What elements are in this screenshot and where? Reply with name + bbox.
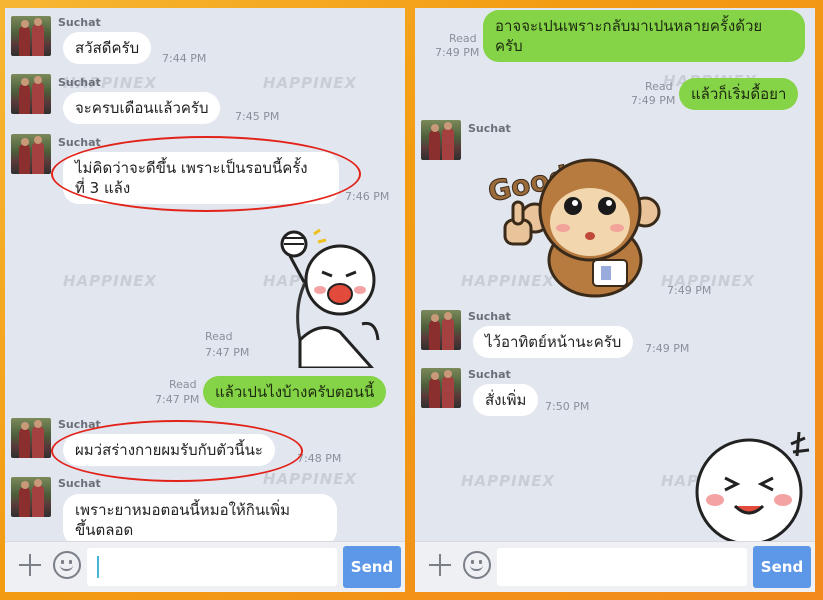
sticker-monkey-good[interactable]: Good xyxy=(475,140,665,300)
watermark: HAPPINEX xyxy=(461,472,556,490)
read-status: Read xyxy=(205,330,233,343)
chat-panel-left: HAPPINEX HAPPINEX HAPPINEX HAPPINEX HAPP… xyxy=(5,8,405,592)
plus-icon[interactable] xyxy=(17,552,43,578)
message-time: 7:49 PM xyxy=(667,284,712,297)
sender-name: Suchat xyxy=(468,122,511,135)
highlight-circle xyxy=(51,136,361,212)
message-time: 7:47 PM xyxy=(155,393,200,406)
message-time: 7:46 PM xyxy=(345,190,390,203)
watermark: HAPPINEX xyxy=(63,272,158,290)
message-input[interactable] xyxy=(87,548,337,586)
sender-name: Suchat xyxy=(58,477,101,490)
sender-name: Suchat xyxy=(468,310,511,323)
sender-name: Suchat xyxy=(58,76,101,89)
sticker-laughing-character[interactable] xyxy=(687,428,815,548)
message-bubble[interactable]: ไว้อาทิตย์หน้านะครับ xyxy=(473,326,634,358)
avatar[interactable] xyxy=(421,310,461,350)
read-status: Read xyxy=(645,80,673,93)
message-time: 7:50 PM xyxy=(545,400,590,413)
message-time: 7:49 PM xyxy=(631,94,676,107)
avatar[interactable] xyxy=(11,477,51,517)
message-bubble[interactable]: เพราะยาหมอตอนนี้หมอให้กินเพิ่ม ขึ้นตลอด xyxy=(63,494,337,546)
message-time: 7:49 PM xyxy=(435,46,480,59)
read-status: Read xyxy=(449,32,477,45)
avatar[interactable] xyxy=(11,134,51,174)
message-text-line: อาจจะเปนเพราะกลับมาเปนหลายครั้งด้วย xyxy=(495,17,763,35)
text-caret xyxy=(97,556,99,578)
message-time: 7:44 PM xyxy=(162,52,207,65)
plus-icon[interactable] xyxy=(427,552,453,578)
message-time: 7:48 PM xyxy=(297,452,342,465)
message-time: 7:45 PM xyxy=(235,110,280,123)
message-text-line: ครับ xyxy=(495,37,523,55)
outgoing-message-bubble[interactable]: อาจจะเปนเพราะกลับมาเปนหลายครั้งด้วย ครับ xyxy=(483,10,805,62)
message-bubble[interactable]: จะครบเดือนแล้วครับ xyxy=(63,92,221,124)
sender-name: Suchat xyxy=(58,16,101,29)
outgoing-message-bubble[interactable]: แล้วเปนไงบ้างครับตอนนี้ xyxy=(203,376,387,408)
message-input-bar: Send xyxy=(415,541,815,592)
message-text-line: ขึ้นตลอด xyxy=(75,521,134,539)
sender-name: Suchat xyxy=(468,368,511,381)
sticker-cheering-character[interactable] xyxy=(260,220,400,368)
message-input[interactable] xyxy=(497,548,747,586)
message-time: 7:49 PM xyxy=(645,342,690,355)
watermark: HAPPINEX xyxy=(263,74,358,92)
send-button[interactable]: Send xyxy=(753,546,811,588)
avatar[interactable] xyxy=(421,120,461,160)
chat-panel-right: HAPPINEX HAPPINEX HAPPINEX HAPPINEX HAPP… xyxy=(415,8,815,592)
avatar[interactable] xyxy=(11,418,51,458)
watermark: HAPPINEX xyxy=(263,470,358,488)
message-bubble[interactable]: สวัสดีครับ xyxy=(63,32,152,64)
message-bubble[interactable]: สั่งเพิ่ม xyxy=(473,384,539,416)
avatar[interactable] xyxy=(11,16,51,56)
avatar[interactable] xyxy=(11,74,51,114)
message-input-bar: Send xyxy=(5,541,405,592)
highlight-circle xyxy=(51,420,303,482)
emoji-icon[interactable] xyxy=(53,551,81,579)
outgoing-message-bubble[interactable]: แล้วก็เริ่มดื้อยา xyxy=(679,78,799,110)
message-text-line: เพราะยาหมอตอนนี้หมอให้กินเพิ่ม xyxy=(75,501,291,519)
read-status: Read xyxy=(169,378,197,391)
avatar[interactable] xyxy=(421,368,461,408)
message-time: 7:47 PM xyxy=(205,346,250,359)
emoji-icon[interactable] xyxy=(463,551,491,579)
send-button[interactable]: Send xyxy=(343,546,401,588)
